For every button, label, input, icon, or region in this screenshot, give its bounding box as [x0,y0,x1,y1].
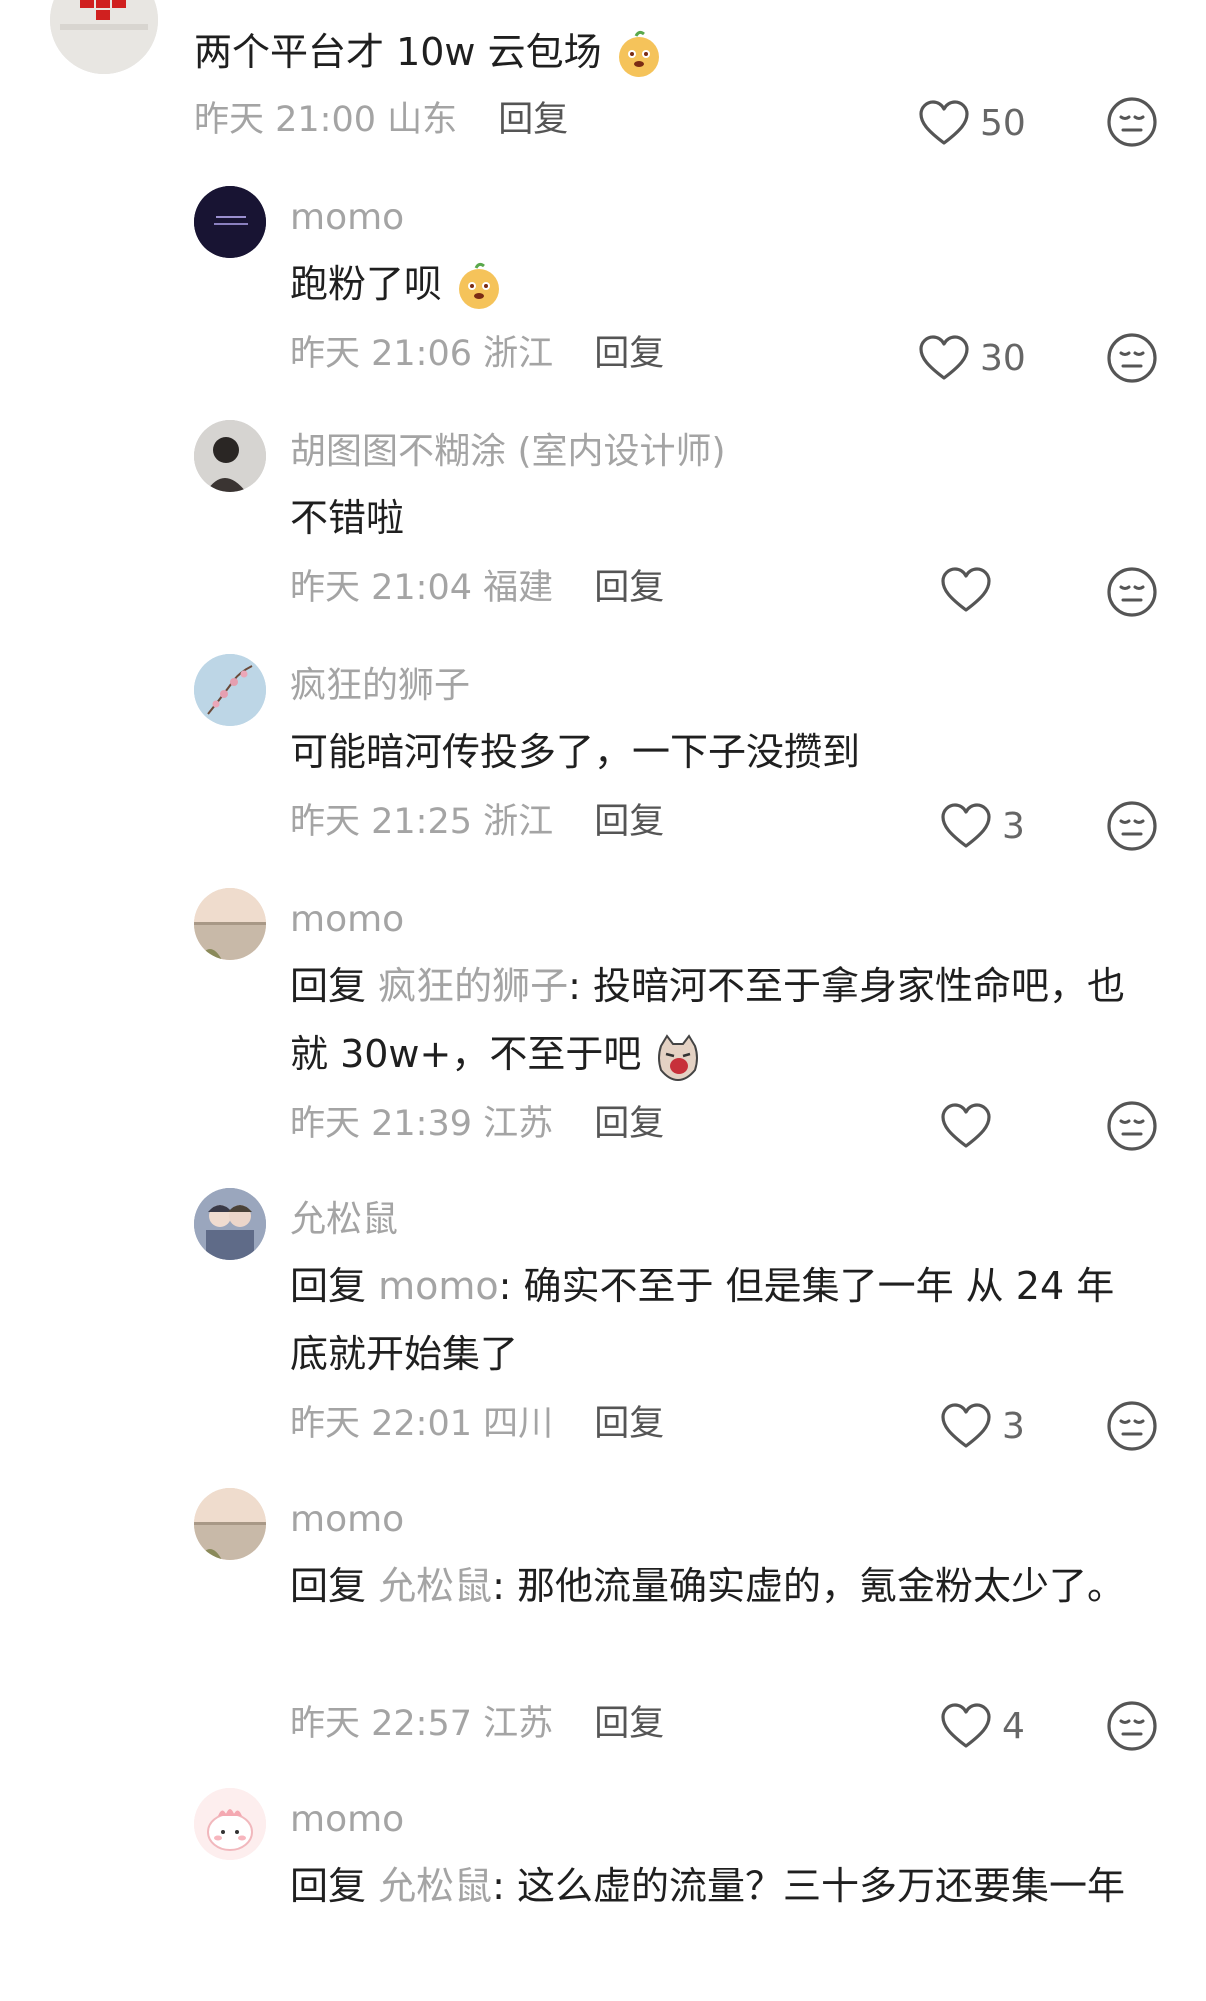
dog-emoji-icon [618,30,659,77]
heart-outline-icon [941,803,991,848]
like-button[interactable]: 4 [940,1698,1025,1754]
comment-time: 昨天 21:39 [290,1104,472,1144]
username[interactable]: 疯狂的狮子 [290,664,470,708]
comment-text: 可能暗河传投多了，一下子没攒到 [290,730,861,774]
comment-text: 回复 疯狂的狮子: 投暗河不至于拿身家性命吧，也就 30w+，不至于吧 [290,952,1150,1088]
comment-text: 两个平台才 10w 云包场 [194,18,1094,86]
reply-button[interactable]: 回复 [594,1704,664,1744]
mention-link[interactable]: 疯狂的狮子 [378,964,568,1008]
avatar[interactable] [50,0,158,74]
comment-text: 回复 允松鼠: 这么虚的流量？三十多万还要集一年 [290,1864,1126,1908]
comment-meta: 昨天 21:06 浙江 回复 [290,332,664,376]
heart-outline-icon [941,1703,991,1748]
heart-outline-icon [919,335,969,380]
comment-meta: 昨天 21:25 浙江 回复 [290,800,664,844]
comment-meta: 昨天 22:57 江苏 回复 [290,1702,664,1746]
comment-time: 昨天 22:57 [290,1704,472,1744]
like-button[interactable]: 3 [940,1398,1025,1454]
reply-button[interactable]: 回复 [594,1404,664,1444]
heart-outline-icon [919,100,969,145]
comment-meta: 昨天 21:00 山东 回复 [194,98,568,142]
comment-time: 昨天 22:01 [290,1404,472,1444]
comment-location: 浙江 [483,802,554,842]
heart-outline-icon [941,1103,991,1148]
comment-location: 浙江 [483,334,554,374]
reply-button[interactable]: 回复 [498,100,568,140]
avatar[interactable] [194,420,266,492]
like-count: 50 [980,102,1026,144]
like-button[interactable]: 3 [940,798,1025,854]
crying-cat-emoji-icon [658,1033,699,1081]
neutral-face-icon[interactable] [1106,332,1158,384]
like-count: 3 [1002,1405,1025,1447]
heart-outline-icon [941,1403,991,1448]
username[interactable]: 胡图图不糊涂 (室内设计师) [290,430,726,474]
comment-location: 江苏 [483,1704,554,1744]
comment-text: 跑粉了呗 [290,250,1170,318]
comment-location: 四川 [483,1404,554,1444]
like-button[interactable] [940,1098,1002,1154]
neutral-face-icon[interactable] [1106,566,1158,618]
reply-button[interactable]: 回复 [594,802,664,842]
like-button[interactable] [940,562,1002,618]
comment-meta: 昨天 21:04 福建 回复 [290,566,664,610]
comment-text: 回复 允松鼠: 那他流量确实虚的，氪金粉太少了。 [290,1564,1126,1608]
mention-link[interactable]: 允松鼠 [378,1564,492,1608]
neutral-face-icon[interactable] [1106,1100,1158,1152]
neutral-face-icon[interactable] [1106,800,1158,852]
username[interactable]: 允松鼠 [290,1198,398,1242]
neutral-face-icon[interactable] [1106,96,1158,148]
avatar[interactable] [194,888,266,960]
comment-location: 福建 [483,568,554,608]
comment-location: 江苏 [483,1104,554,1144]
username[interactable]: momo [290,1798,404,1842]
username[interactable]: momo [290,196,404,240]
mention-link[interactable]: 允松鼠 [378,1864,492,1908]
comment-time: 昨天 21:00 [194,100,376,140]
avatar[interactable] [194,1788,266,1860]
avatar[interactable] [194,186,266,258]
comment-text: 回复 momo: 确实不至于 但是集了一年 从 24 年底就开始集了 [290,1264,1115,1376]
avatar[interactable] [194,654,266,726]
dog-emoji-icon [459,262,500,309]
reply-button[interactable]: 回复 [594,1104,664,1144]
comment-time: 昨天 21:04 [290,568,472,608]
avatar[interactable] [194,1488,266,1560]
like-count: 4 [1002,1705,1025,1747]
comment-meta: 昨天 21:39 江苏 回复 [290,1102,664,1146]
like-button[interactable]: 50 [918,95,1026,151]
comment-location: 山东 [387,100,458,140]
heart-outline-icon [941,567,991,612]
username[interactable]: momo [290,1498,404,1542]
comment-time: 昨天 21:06 [290,334,472,374]
comment-text: 不错啦 [290,496,405,540]
like-count: 3 [1002,805,1025,847]
like-count: 30 [980,337,1026,379]
neutral-face-icon[interactable] [1106,1400,1158,1452]
reply-button[interactable]: 回复 [594,568,664,608]
like-button[interactable]: 30 [918,330,1026,386]
avatar[interactable] [194,1188,266,1260]
neutral-face-icon[interactable] [1106,1700,1158,1752]
reply-button[interactable]: 回复 [594,334,664,374]
mention-link[interactable]: momo [378,1264,499,1308]
username[interactable]: momo [290,898,404,942]
comment-meta: 昨天 22:01 四川 回复 [290,1402,664,1446]
comment-time: 昨天 21:25 [290,802,472,842]
